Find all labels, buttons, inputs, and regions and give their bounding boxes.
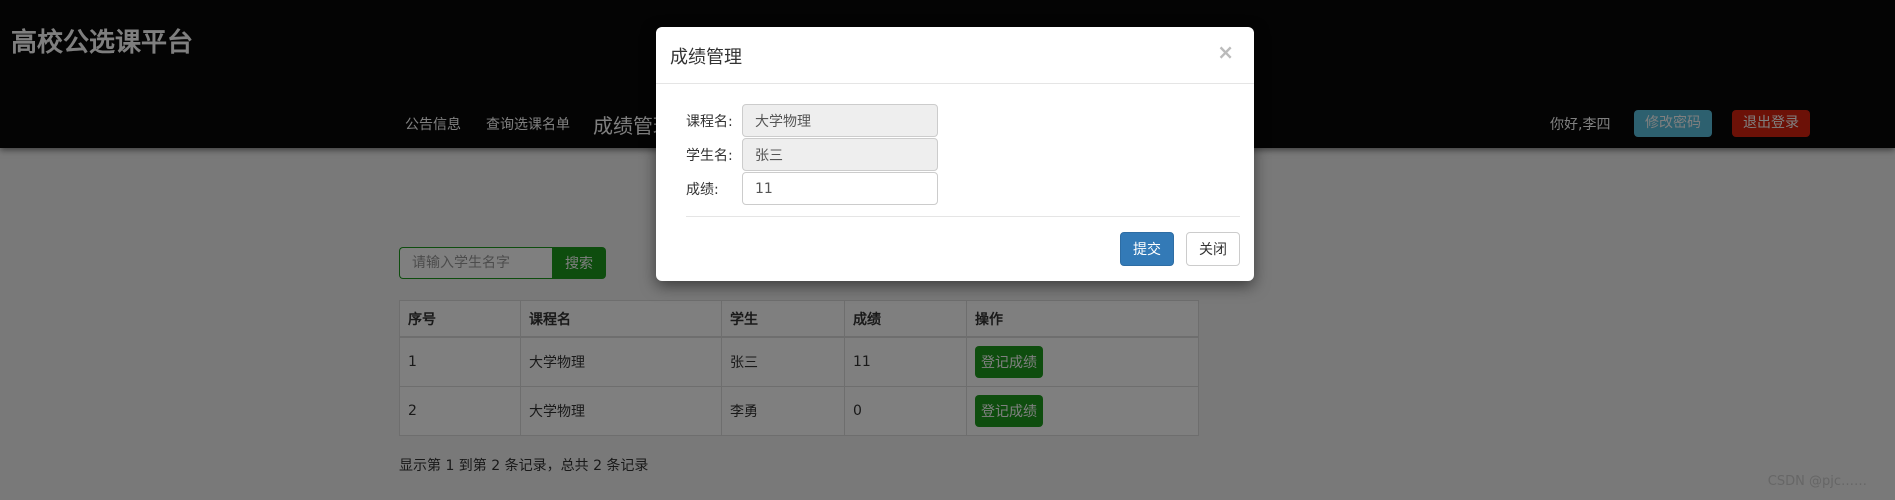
course-name-field[interactable] xyxy=(742,104,938,137)
submit-button[interactable]: 提交 xyxy=(1120,232,1174,266)
score-row: 成绩: xyxy=(686,172,938,205)
close-button[interactable]: 关闭 xyxy=(1186,232,1240,266)
score-field[interactable] xyxy=(742,172,938,205)
course-name-row: 课程名: xyxy=(686,104,938,137)
student-name-field[interactable] xyxy=(742,138,938,171)
student-name-row: 学生名: xyxy=(686,138,938,171)
dialog-header: 成绩管理 × xyxy=(656,27,1254,84)
dialog-footer-divider xyxy=(686,216,1240,217)
dialog-title: 成绩管理 xyxy=(670,47,742,68)
score-label: 成绩: xyxy=(686,181,719,198)
close-icon[interactable]: × xyxy=(1211,39,1240,65)
watermark: CSDN @pjc…… xyxy=(1767,474,1867,489)
course-name-label: 课程名: xyxy=(686,113,733,130)
grade-management-dialog: 成绩管理 × 课程名: 学生名: 成绩: 提交 关闭 xyxy=(656,27,1254,281)
student-name-label: 学生名: xyxy=(686,147,733,164)
